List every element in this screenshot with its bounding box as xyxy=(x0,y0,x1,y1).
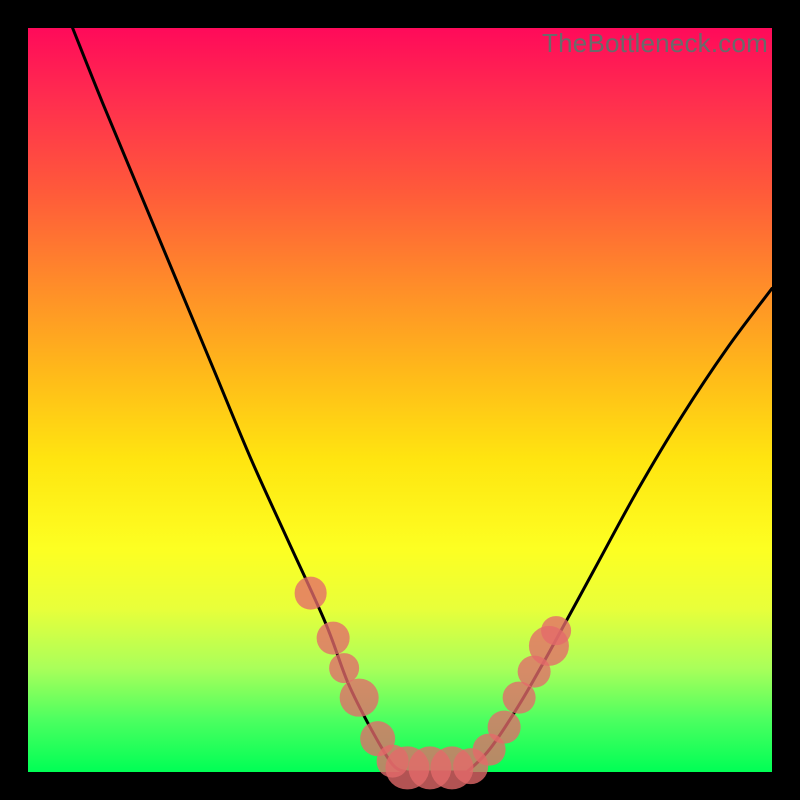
data-marker xyxy=(453,748,489,784)
data-marker xyxy=(541,616,571,646)
data-marker xyxy=(518,655,551,688)
curve-layer xyxy=(28,28,772,772)
data-marker xyxy=(329,653,359,683)
data-marker xyxy=(376,744,409,777)
data-marker xyxy=(386,747,429,790)
left-curve-path xyxy=(73,28,408,772)
data-marker xyxy=(340,678,379,717)
right-curve-path xyxy=(467,288,772,772)
data-marker xyxy=(473,733,506,766)
data-marker xyxy=(360,721,396,757)
data-marker xyxy=(503,681,536,714)
data-marker xyxy=(294,577,327,610)
data-marker xyxy=(488,711,521,744)
plot-area xyxy=(28,28,772,772)
data-marker xyxy=(529,625,569,665)
data-marker xyxy=(408,747,451,790)
data-marker xyxy=(431,747,474,790)
data-marker xyxy=(317,622,350,655)
chart-container: TheBottleneck.com xyxy=(0,0,800,800)
